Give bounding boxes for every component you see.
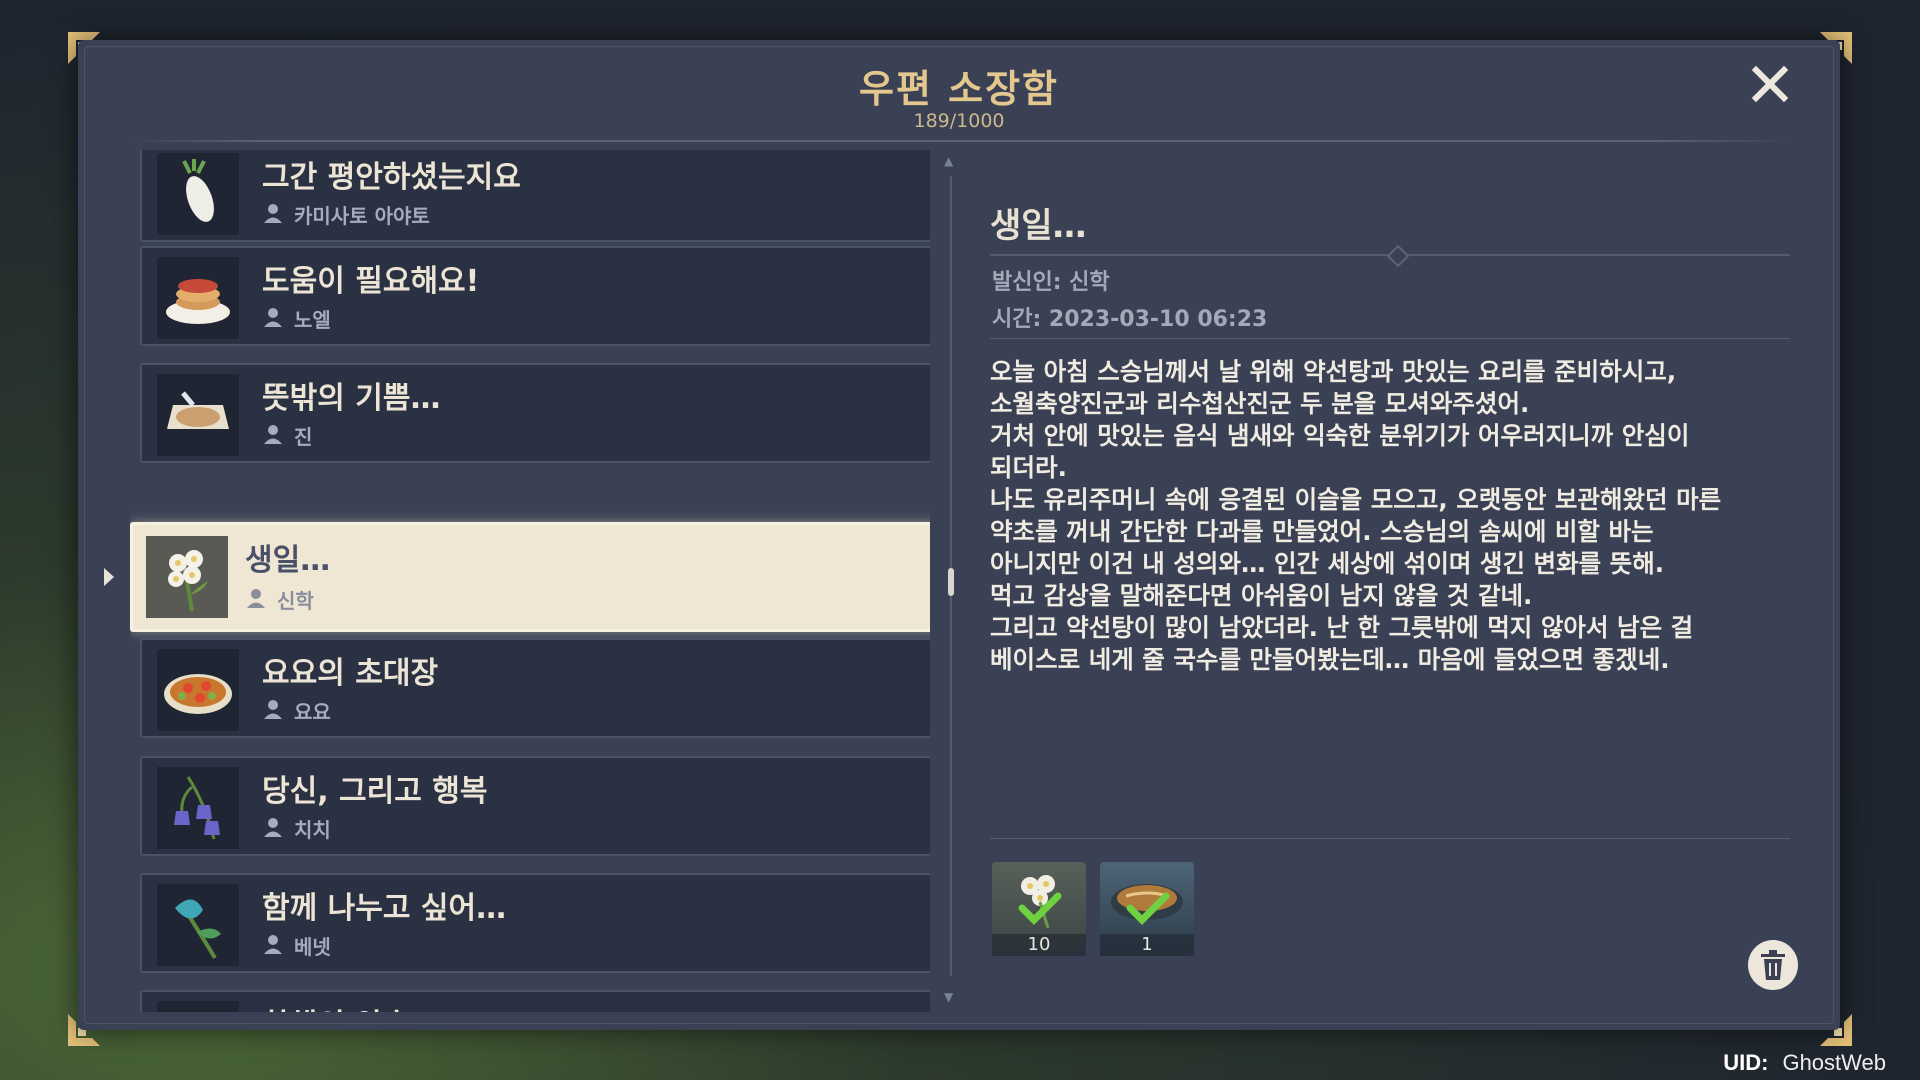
- sender-icon: [264, 308, 282, 327]
- white-flower-icon: [146, 536, 228, 618]
- detail-body: 오늘 아침 스승님께서 날 위해 약선탕과 맛있는 요리를 준비하시고, 소월축…: [990, 356, 1780, 676]
- mail-subject: 그간 평안하셨는지요: [262, 160, 521, 195]
- close-button[interactable]: [1748, 64, 1792, 108]
- meta-divider: [990, 338, 1790, 339]
- radish-icon: [157, 153, 239, 235]
- attachment-divider: [990, 838, 1790, 839]
- sender-icon: [264, 935, 282, 954]
- blue-flower-icon: [157, 884, 239, 966]
- close-icon: [1751, 65, 1789, 103]
- mail-item[interactable]: 함께 나누고 싶어… 베넷: [140, 873, 930, 973]
- body-line: 거처 안에 맛있는 음식 냄새와 익숙한 분위기가 어우러지니까 안심이: [990, 421, 1690, 450]
- mail-detail: 생일… 발신인: 신학 시간: 2023-03-10 06:23 오늘 아침 스…: [990, 150, 1790, 1010]
- claimed-check-icon: [1018, 892, 1062, 925]
- mail-subject: 도움이 필요해요!: [262, 264, 480, 299]
- body-line: 먹고 감상을 말해준다면 아쉬움이 남지 않을 것 같네.: [990, 581, 1533, 610]
- detail-subject: 생일…: [990, 206, 1087, 246]
- uid-value: GhostWeb: [1782, 1050, 1886, 1075]
- body-line: 오늘 아침 스승님께서 날 위해 약선탕과 맛있는 요리를 준비하시고,: [990, 357, 1677, 386]
- window-title: 우편 소장함: [858, 67, 1060, 111]
- body-line: 되더라.: [990, 453, 1067, 482]
- sender-icon: [264, 204, 282, 223]
- mail-item[interactable]: 뜻밖의 기쁨… 진: [140, 363, 930, 463]
- trash-icon: [1761, 950, 1785, 980]
- detail-time: 시간: 2023-03-10 06:23: [992, 307, 1268, 332]
- attachment-item[interactable]: 10: [992, 862, 1086, 956]
- body-line: 베이스로 네게 줄 국수를 만들어봤는데… 마음에 들었으면 좋겠네.: [990, 645, 1670, 674]
- food-plate-icon: [157, 649, 239, 731]
- uid-label: UID:: [1723, 1050, 1769, 1075]
- mail-sender: 요요: [294, 700, 331, 724]
- sender-icon: [264, 818, 282, 837]
- mail-sender: 진: [294, 425, 313, 449]
- mail-list-scrollbar[interactable]: ▲ ▼: [944, 154, 954, 1004]
- detail-sender: 발신인: 신학: [992, 270, 1110, 295]
- mail-item[interactable]: 도움이 필요해요! 노엘: [140, 246, 930, 346]
- mail-item[interactable]: 요요의 초대장 요요: [140, 638, 930, 738]
- body-line: 아니지만 이건 내 성의와… 인간 세상에 섞이며 생긴 변화를 뜻해.: [990, 549, 1665, 578]
- sender-icon: [247, 589, 265, 608]
- pancake-icon: [157, 257, 239, 339]
- scroll-up-icon[interactable]: ▲: [944, 154, 953, 168]
- title-divider: [128, 140, 1790, 142]
- mail-item-selected[interactable]: 생일… 신학: [130, 522, 930, 632]
- bellflower-icon: [157, 767, 239, 849]
- attachment-qty: 10: [992, 934, 1086, 956]
- selection-arrow-icon: [104, 568, 114, 586]
- mail-sender: 베넷: [294, 935, 331, 959]
- delete-button[interactable]: [1748, 940, 1798, 990]
- mail-sender: 치치: [294, 818, 331, 842]
- pie-icon: [157, 374, 239, 456]
- detail-divider: [990, 244, 1790, 268]
- sender-icon: [264, 700, 282, 719]
- mail-sender: 신학: [277, 589, 314, 613]
- mail-list[interactable]: 그간 평안하셨는지요 카미사토 아야토 도움이 필요해요! 노엘 뜻밖의 기쁨……: [130, 150, 930, 1012]
- mail-subject: 생일…: [245, 543, 331, 578]
- mail-subject: 창해의 약속.: [262, 1000, 422, 1012]
- mail-subject: 뜻밖의 기쁨…: [262, 381, 441, 416]
- attachments: 10 1: [992, 862, 1194, 956]
- scroll-thumb[interactable]: [948, 568, 954, 596]
- mail-count: 189/1000: [913, 110, 1005, 132]
- crystal-icon: [157, 1001, 239, 1012]
- mail-sender: 노엘: [294, 308, 331, 332]
- mail-item[interactable]: 창해의 약속.: [140, 990, 930, 1012]
- body-line: 약초를 꺼내 간단한 다과를 만들었어. 스승님의 솜씨에 비할 바는: [990, 517, 1654, 546]
- body-line: 그리고 약선탕이 많이 남았더라. 난 한 그릇밖에 먹지 않아서 남은 걸: [990, 613, 1694, 642]
- scroll-down-icon[interactable]: ▼: [944, 990, 953, 1004]
- mail-subject: 당신, 그리고 행복: [262, 774, 488, 809]
- claimed-check-icon: [1126, 892, 1170, 925]
- uid-display: UID: GhostWeb: [1723, 1046, 1886, 1080]
- attachment-item[interactable]: 1: [1100, 862, 1194, 956]
- sender-icon: [264, 425, 282, 444]
- mail-collection-panel: 우편 소장함 189/1000 그간 평안하셨는지요 카미사토 아야토 도움이 …: [78, 40, 1840, 1030]
- mail-subject: 요요의 초대장: [262, 656, 439, 691]
- mail-subject: 함께 나누고 싶어…: [262, 891, 507, 926]
- mail-item[interactable]: 당신, 그리고 행복 치치: [140, 756, 930, 856]
- body-line: 나도 유리주머니 속에 응결된 이슬을 모으고, 오랫동안 보관해왔던 마른: [990, 485, 1722, 514]
- attachment-qty: 1: [1100, 934, 1194, 956]
- body-line: 소월축양진군과 리수첩산진군 두 분을 모셔와주셨어.: [990, 389, 1530, 418]
- mail-sender: 카미사토 아야토: [294, 204, 430, 228]
- mail-item[interactable]: 그간 평안하셨는지요 카미사토 아야토: [140, 150, 930, 242]
